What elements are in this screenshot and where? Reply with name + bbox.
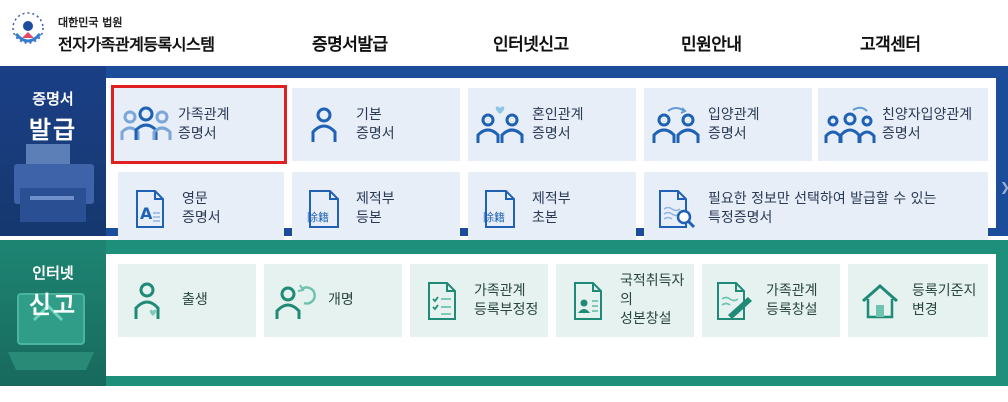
tile-label-line1: 가족관계 xyxy=(766,282,818,299)
removed-register-badge: 除籍 xyxy=(307,210,329,224)
tile-specific-certificate[interactable]: 필요한 정보만 선택하여 발급할 수 있는특정증명서 xyxy=(644,172,988,245)
tile-marriage-certificate[interactable]: 혼인관계증명서 xyxy=(468,88,636,161)
tile-label-line2: 증명서 xyxy=(708,125,747,142)
tile-label-line2: 증명서 xyxy=(882,125,921,142)
family-icon xyxy=(120,106,172,140)
tile-label-line2: 증명서 xyxy=(532,125,571,142)
birth-icon xyxy=(134,282,160,319)
family-adoption-icon xyxy=(824,106,876,143)
tile-label-line1: 제적부 xyxy=(356,190,395,207)
report-label-top: 인터넷 xyxy=(32,264,74,282)
tile-register-creation[interactable]: 가족관계등록창설 xyxy=(702,264,840,337)
nav-internet-report[interactable]: 인터넷신고 xyxy=(493,30,569,55)
printer-icon xyxy=(14,144,94,222)
rename-icon xyxy=(275,283,316,319)
tile-removed-register-copy[interactable]: 除籍 제적부등본 xyxy=(292,172,460,245)
certificate-label-bottom: 발급 xyxy=(28,116,78,144)
brand-system-title[interactable]: 전자가족관계등록시스템 xyxy=(58,31,215,55)
tile-register-correction[interactable]: 가족관계등록부정정 xyxy=(410,264,548,337)
tile-label-line1: 제적부 xyxy=(532,190,571,207)
report-label-bottom: 신고 xyxy=(28,291,78,319)
tile-label-line1: 영문 xyxy=(182,190,208,207)
document-pen-icon xyxy=(717,281,752,320)
tile-label-line1: 가족관계 xyxy=(474,282,526,299)
tile-english-certificate[interactable]: A 영문증명서 xyxy=(118,172,284,245)
tile-full-adoption-certificate[interactable]: 친양자입양관계증명서 xyxy=(818,88,988,161)
tile-label-line1: 출생 xyxy=(182,292,208,308)
nav-certificate-issue[interactable]: 증명서발급 xyxy=(312,30,388,55)
tile-label-line2: 초본 xyxy=(532,209,558,226)
tile-label-line1: 입양관계 xyxy=(708,106,760,123)
person-icon xyxy=(311,107,337,142)
english-document-icon: A xyxy=(136,189,164,228)
marriage-icon xyxy=(476,105,524,143)
tile-label-line1: 친양자입양관계 xyxy=(882,106,973,123)
removed-register-badge: 除籍 xyxy=(483,210,505,224)
tile-label-line1: 등록기준지 xyxy=(912,282,977,299)
tile-label-line2: 등록부정정 xyxy=(474,301,539,318)
tile-label-line2: 증명서 xyxy=(178,125,217,142)
house-icon xyxy=(862,283,898,318)
tile-label-line2: 변경 xyxy=(912,301,938,318)
tile-label-line2: 증명서 xyxy=(182,209,221,226)
checklist-icon xyxy=(428,281,456,320)
court-logo-icon[interactable] xyxy=(6,8,50,56)
tile-label-line2: 등록창설 xyxy=(766,301,818,318)
tile-label-line1: 기본 xyxy=(356,106,382,123)
tile-label-line1: 필요한 정보만 선택하여 발급할 수 있는 xyxy=(708,190,937,207)
adoption-icon xyxy=(652,106,700,143)
header: 대한민국 법원 전자가족관계등록시스템 증명서발급 인터넷신고 민원안내 고객센… xyxy=(0,0,1008,66)
tile-label-line1: 혼인관계 xyxy=(532,106,584,123)
tile-registration-base-change[interactable]: 등록기준지변경 xyxy=(848,264,988,337)
removed-register-icon: 除籍 xyxy=(307,189,339,228)
tile-label-line1: 가족관계 xyxy=(178,106,230,123)
id-card-icon xyxy=(574,281,602,320)
tile-label-line2: 특정증명서 xyxy=(708,209,773,226)
tile-naturalized-surname-creation[interactable]: 국적취득자의성본창설 xyxy=(556,264,694,337)
svg-text:A: A xyxy=(140,204,153,223)
brand-org: 대한민국 법원 xyxy=(58,16,123,29)
certificate-label-top: 증명서 xyxy=(32,90,74,108)
document-search-icon xyxy=(659,189,696,228)
tile-label-line2: 등본 xyxy=(356,209,382,226)
tile-label-line2: 증명서 xyxy=(356,125,395,142)
nav-customer-center[interactable]: 고객센터 xyxy=(860,30,921,55)
report-tiles-panel: 출생 개명 가족관계 등록부정정 국적취득자의 성본창설 가족관계 등록창설 등… xyxy=(106,254,996,376)
removed-register-icon: 除籍 xyxy=(483,189,515,228)
tile-family-relation-certificate[interactable]: 가족관계증명서 xyxy=(111,85,287,164)
tile-label-line1: 국적취득자의 xyxy=(620,273,685,308)
tile-adoption-certificate[interactable]: 입양관계증명서 xyxy=(644,88,812,161)
tile-basic-certificate[interactable]: 기본증명서 xyxy=(292,88,460,161)
tile-rename-report[interactable]: 개명 xyxy=(264,264,402,337)
nav-civil-guide[interactable]: 민원안내 xyxy=(681,30,742,55)
tile-label-line1: 개명 xyxy=(328,292,354,308)
tile-removed-register-extract[interactable]: 除籍 제적부초본 xyxy=(468,172,636,245)
certificate-tiles-panel: 가족관계증명서 기본증명서 혼인관계증명서 입양관계증명서 친양자입양관계증명서 xyxy=(106,78,996,245)
tile-label-line2: 성본창설 xyxy=(620,311,672,327)
chevron-right-icon[interactable]: ❯ xyxy=(1000,180,1008,194)
tile-birth-report[interactable]: 출생 xyxy=(118,264,256,337)
